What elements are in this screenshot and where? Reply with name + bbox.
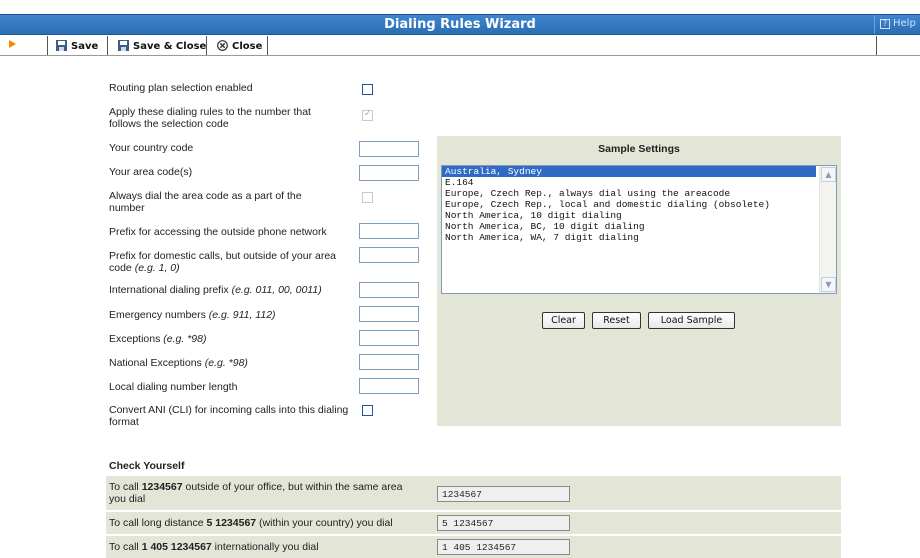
check-text: To call long distance	[109, 517, 207, 529]
country-code-input[interactable]	[359, 141, 419, 157]
save-close-label: Save & Close	[133, 41, 207, 52]
row-divider	[106, 510, 841, 512]
sample-settings-title: Sample Settings	[598, 143, 680, 155]
emergency-label: Emergency numbers (e.g. 911, 112)	[109, 309, 276, 321]
exceptions-text: Exceptions	[109, 333, 161, 345]
check-local-result: 1234567	[437, 486, 570, 502]
sample-option[interactable]: Europe, Czech Rep., local and domestic d…	[442, 199, 816, 210]
country-code-label: Your country code	[109, 142, 194, 154]
close-label: Close	[232, 41, 263, 52]
check-text: (within your country) you dial	[256, 517, 393, 529]
emergency-input[interactable]	[359, 306, 419, 322]
check-row-long-distance-label: To call long distance 5 1234567 (within …	[109, 517, 393, 529]
exceptions-example: (e.g. *98)	[163, 333, 207, 345]
save-label: Save	[71, 41, 99, 52]
load-sample-button[interactable]: Load Sample	[648, 312, 735, 329]
window-title: Dialing Rules Wizard	[384, 17, 536, 32]
intl-prefix-input[interactable]	[359, 282, 419, 298]
sample-settings-panel: Sample Settings Australia, Sydney E.164 …	[437, 136, 841, 426]
floppy-disk-icon	[56, 40, 67, 51]
exceptions-label: Exceptions (e.g. *98)	[109, 333, 207, 345]
national-exceptions-text: National Exceptions	[109, 357, 202, 369]
national-exceptions-example: (e.g. *98)	[204, 357, 248, 369]
outside-prefix-label: Prefix for accessing the outside phone n…	[109, 226, 327, 238]
always-dial-area-label: Always dial the area code as a part of t…	[109, 190, 302, 214]
close-button[interactable]: Close	[207, 36, 268, 55]
help-button[interactable]: ? Help	[874, 15, 920, 34]
check-text: To call	[109, 541, 142, 553]
listbox-scrollbar[interactable]: ▲ ▼	[819, 166, 836, 293]
help-label: Help	[893, 18, 916, 29]
play-arrow-icon	[9, 40, 16, 48]
emergency-text: Emergency numbers	[109, 309, 206, 321]
scroll-down-icon[interactable]: ▼	[821, 277, 836, 292]
intl-prefix-label: International dialing prefix (e.g. 011, …	[109, 284, 322, 296]
intl-prefix-text: International dialing prefix	[109, 284, 229, 296]
area-codes-label: Your area code(s)	[109, 166, 193, 178]
clear-button[interactable]: Clear	[542, 312, 585, 329]
check-international-result: 1 405 1234567	[437, 539, 570, 555]
outside-prefix-input[interactable]	[359, 223, 419, 239]
expand-arrow-button[interactable]	[0, 36, 48, 55]
sample-option[interactable]: North America, WA, 7 digit dialing	[442, 232, 816, 243]
domestic-prefix-input[interactable]	[359, 247, 419, 263]
sample-option[interactable]: North America, BC, 10 digit dialing	[442, 221, 816, 232]
apply-rules-checkbox[interactable]	[362, 109, 373, 121]
check-number: 1 405 1234567	[141, 541, 212, 553]
toolbar-divider	[876, 36, 877, 55]
close-circle-icon	[217, 40, 228, 51]
apply-rules-label: Apply these dialing rules to the number …	[109, 106, 311, 130]
area-codes-input[interactable]	[359, 165, 419, 181]
row-divider	[106, 534, 841, 536]
domestic-prefix-example: (e.g. 1, 0)	[134, 262, 180, 274]
sample-option[interactable]: Europe, Czech Rep., always dial using th…	[442, 188, 816, 199]
local-length-input[interactable]	[359, 378, 419, 394]
convert-ani-checkbox[interactable]	[362, 405, 373, 416]
exceptions-input[interactable]	[359, 330, 419, 346]
help-icon: ?	[880, 19, 890, 29]
always-dial-area-checkbox[interactable]	[362, 192, 373, 203]
check-long-distance-result: 5 1234567	[437, 515, 570, 531]
check-row-local-label: To call 1234567 outside of your office, …	[109, 481, 414, 505]
title-bar: Dialing Rules Wizard ? Help	[0, 14, 920, 35]
check-number: 1234567	[141, 481, 183, 493]
floppy-disk-icon	[118, 40, 129, 51]
scroll-up-icon[interactable]: ▲	[821, 167, 836, 182]
national-exceptions-input[interactable]	[359, 354, 419, 370]
routing-plan-checkbox[interactable]	[362, 84, 373, 95]
save-button[interactable]: Save	[48, 36, 108, 55]
intl-prefix-example: (e.g. 011, 00, 0011)	[231, 284, 322, 296]
check-text: internationally you dial	[211, 541, 319, 553]
domestic-prefix-label: Prefix for domestic calls, but outside o…	[109, 250, 339, 274]
convert-ani-label: Convert ANI (CLI) for incoming calls int…	[109, 404, 349, 428]
save-close-button[interactable]: Save & Close	[108, 36, 207, 55]
check-row-international-label: To call 1 405 1234567 internationally yo…	[109, 541, 319, 553]
check-yourself-title: Check Yourself	[109, 460, 185, 472]
sample-option[interactable]: North America, 10 digit dialing	[442, 210, 816, 221]
sample-settings-listbox[interactable]: Australia, Sydney E.164 Europe, Czech Re…	[441, 165, 837, 294]
national-exceptions-label: National Exceptions (e.g. *98)	[109, 357, 248, 369]
local-length-label: Local dialing number length	[109, 381, 238, 393]
check-text: To call	[109, 481, 142, 493]
sample-option[interactable]: E.164	[442, 177, 816, 188]
emergency-example: (e.g. 911, 112)	[208, 309, 276, 321]
toolbar: Save Save & Close Close	[0, 36, 920, 56]
check-number: 5 1234567	[206, 517, 257, 529]
sample-option[interactable]: Australia, Sydney	[442, 166, 816, 177]
reset-button[interactable]: Reset	[592, 312, 641, 329]
routing-plan-label: Routing plan selection enabled	[109, 82, 253, 94]
